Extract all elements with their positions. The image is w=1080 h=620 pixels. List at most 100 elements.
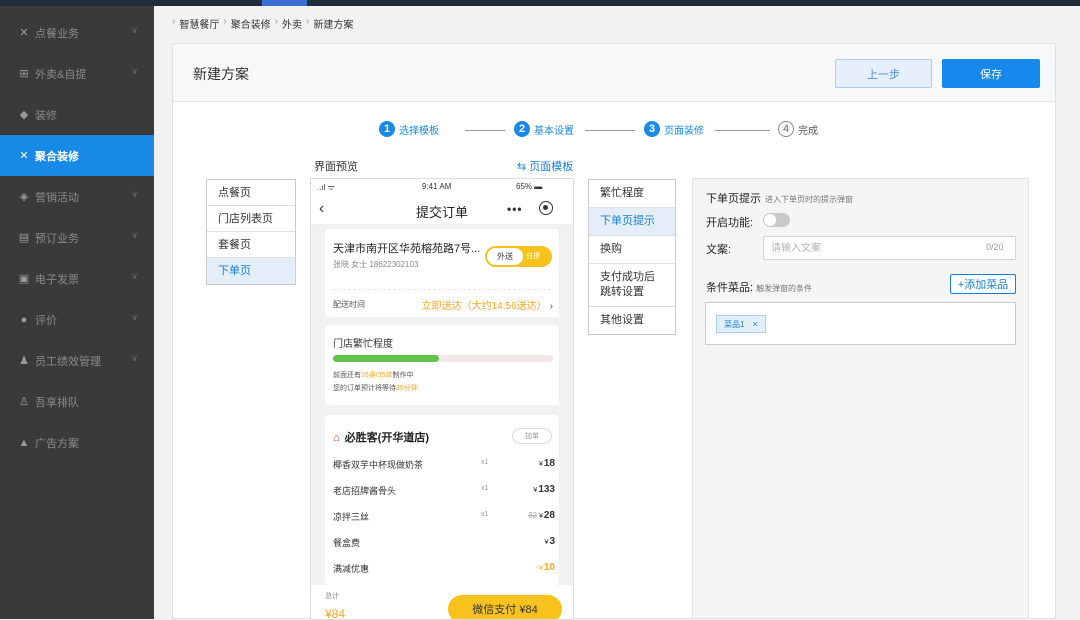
sidebar-item[interactable]: ⊞ 外卖&自提 ∨ <box>0 53 154 94</box>
busy-note-wait: 您的订单预计将等待35分钟 <box>333 383 418 393</box>
sidebar-item-label: 聚合装修 <box>35 150 79 163</box>
comment-icon: ● <box>20 313 28 326</box>
sidebar-item[interactable]: ✕ 点餐业务 ∨ <box>0 12 154 53</box>
page-list-item[interactable]: 门店列表页 <box>207 206 295 232</box>
breadcrumb-separator-icon: › <box>223 16 227 27</box>
sidebar-item[interactable]: ▲ 广告方案 <box>0 422 154 463</box>
setting-menu-item[interactable]: 繁忙程度 <box>589 180 675 208</box>
shop-name-text: 必胜客(开华道店) <box>344 432 429 444</box>
order-item-price: ¥3 <box>545 536 555 547</box>
sidebar-item-label: 广告方案 <box>35 437 79 450</box>
marketing-icon: ◈ <box>19 191 29 203</box>
step-number: 4 <box>778 121 794 137</box>
step-number: 1 <box>379 121 395 137</box>
sidebar-item-label: 吾享排队 <box>35 396 79 409</box>
order-item-price-value: 3 <box>549 536 555 547</box>
phone-status-bar: ..ıl ᯤ 9:41 AM 65% ▬ <box>311 179 573 195</box>
setting-menu: 繁忙程度 下单页提示 换购 支付成功后 跳转设置 其他设置 <box>588 179 676 335</box>
currency-symbol: ¥ <box>533 487 538 494</box>
target-icon[interactable] <box>539 201 553 215</box>
aggregate-icon: ✕ <box>19 150 29 162</box>
toggle-pickup[interactable]: 自提 <box>526 251 540 261</box>
currency-symbol: ¥ <box>544 539 549 546</box>
page-list-item[interactable]: 下单页 <box>207 258 295 284</box>
ad-icon: ▲ <box>18 436 30 449</box>
dish-tag-label: 菜品1 <box>724 319 745 329</box>
busy-note-queue: 前面还有18桌/35单制作中 <box>333 370 414 380</box>
phone-nav-title: 提交订单 <box>415 205 468 220</box>
order-card: ⌂ 必胜客(开华道店) 加单 椰香双芋中杯现做奶茶 x1 ¥18 老店招牌酱骨头 x1 ¥1… <box>325 415 559 585</box>
step-item: 4 完成 <box>778 121 818 137</box>
busy-progress-fill <box>333 355 439 362</box>
toggle-delivery[interactable]: 外送 <box>487 248 523 265</box>
text-input[interactable] <box>763 236 1016 260</box>
settings-panel: 下单页提示进入下单页时的提示弹窗 开启功能: 文案: 0/20 条件菜品:触发弹… <box>692 178 1029 619</box>
enable-switch[interactable] <box>763 213 790 227</box>
prev-step-button[interactable]: 上一步 <box>835 59 932 88</box>
sidebar-item[interactable]: ♟ 员工绩效管理 ∨ <box>0 340 154 381</box>
save-button[interactable]: 保存 <box>942 59 1040 88</box>
sidebar-item[interactable]: ▤ 预订业务 ∨ <box>0 217 154 258</box>
step-label: 基本设置 <box>534 125 574 137</box>
sidebar-item-label: 装修 <box>35 109 57 122</box>
status-time: 9:41 AM <box>422 182 452 191</box>
setting-menu-item[interactable]: 下单页提示 <box>589 208 675 236</box>
busy-note-text: 您的订单预计将等待 <box>333 385 396 392</box>
page-list-item[interactable]: 点餐页 <box>207 180 295 206</box>
reserve-icon: ▤ <box>18 232 30 244</box>
step-connector <box>585 130 635 131</box>
order-item-price-value: 28 <box>543 510 555 521</box>
breadcrumb-item[interactable]: 聚合装修 <box>231 16 271 31</box>
add-dish-button[interactable]: +添加菜品 <box>950 274 1016 294</box>
setting-menu-item[interactable]: 其他设置 <box>589 307 675 334</box>
breadcrumb: › 智慧餐厅 › 聚合装修 › 外卖 › 新建方案 <box>172 16 353 31</box>
delivery-time-label: 配送时间 <box>333 300 365 309</box>
total-amount: ¥84 <box>325 607 346 620</box>
setting-menu-item[interactable]: 支付成功后 跳转设置 <box>589 264 675 307</box>
busy-card: 门店繁忙程度 前面还有18桌/35单制作中 您的订单预计将等待35分钟 <box>325 325 559 405</box>
order-item-name: 老店招牌酱骨头 <box>333 486 397 496</box>
sidebar-item[interactable]: ◆ 装修 <box>0 94 154 135</box>
page-list-item[interactable]: 套餐页 <box>207 232 295 258</box>
breadcrumb-item[interactable]: 外卖 <box>282 16 302 31</box>
wechat-pay-button[interactable]: 微信支付 ¥84 <box>448 595 562 619</box>
settings-title-text: 下单页提示 <box>706 193 761 205</box>
dish-hint: 触发弹窗的条件 <box>756 284 813 293</box>
order-item-row: 餐盒费 ¥3 <box>333 536 555 549</box>
dish-tag-box[interactable]: 菜品1 × <box>705 302 1016 345</box>
chevron-down-icon: ∨ <box>131 230 138 240</box>
order-item-qty: x1 <box>481 459 489 466</box>
busy-note-count: 18桌/35单 <box>361 372 393 379</box>
staff-icon: ♟ <box>19 355 29 367</box>
shop-name: ⌂ 必胜客(开华道店) <box>333 429 429 445</box>
order-item-name: 椰香双芋中杯现做奶茶 <box>333 460 424 470</box>
address-line: 天津市南开区华苑榕苑路7号... <box>333 243 481 255</box>
order-item-price-value: 18 <box>543 458 555 469</box>
battery-icon: 65% ▬ <box>516 182 543 191</box>
sidebar-item[interactable]: ♙ 吾享排队 <box>0 381 154 422</box>
page-template-link[interactable]: ⇆ 页面模板 <box>517 158 573 174</box>
close-icon[interactable]: × <box>752 319 757 329</box>
setting-menu-item[interactable]: 换购 <box>589 236 675 264</box>
order-item-price: ¥18 <box>539 458 555 469</box>
order-item-row: 椰香双芋中杯现做奶茶 x1 ¥18 <box>333 458 555 471</box>
delivery-time-value[interactable]: 立即送达（大约14:56送达） › <box>422 297 553 312</box>
step-label: 选择模板 <box>399 125 439 137</box>
currency-symbol: ¥ <box>538 565 543 572</box>
breadcrumb-item[interactable]: 智慧餐厅 <box>179 16 219 31</box>
order-item-qty: x1 <box>481 485 489 492</box>
text-label: 文案: <box>706 244 732 256</box>
dish-tag: 菜品1 × <box>716 315 766 333</box>
more-icon[interactable]: ••• <box>507 202 523 216</box>
sidebar-item[interactable]: ▣ 电子发票 ∨ <box>0 258 154 299</box>
order-item-qty: x1 <box>481 511 489 518</box>
currency-symbol: ¥ <box>538 513 543 520</box>
sidebar-item[interactable]: ◈ 营销活动 ∨ <box>0 176 154 217</box>
pizza-hut-icon: ⌂ <box>333 432 340 444</box>
sidebar-item[interactable]: ● 评价 ∨ <box>0 299 154 340</box>
delivery-mode-toggle[interactable]: 外送 自提 <box>485 246 552 267</box>
step-item: 2 基本设置 <box>514 121 574 137</box>
chevron-down-icon: ∨ <box>131 271 138 281</box>
add-order-button[interactable]: 加单 <box>512 428 552 444</box>
sidebar-item[interactable]: ✕ 聚合装修 <box>0 135 154 176</box>
